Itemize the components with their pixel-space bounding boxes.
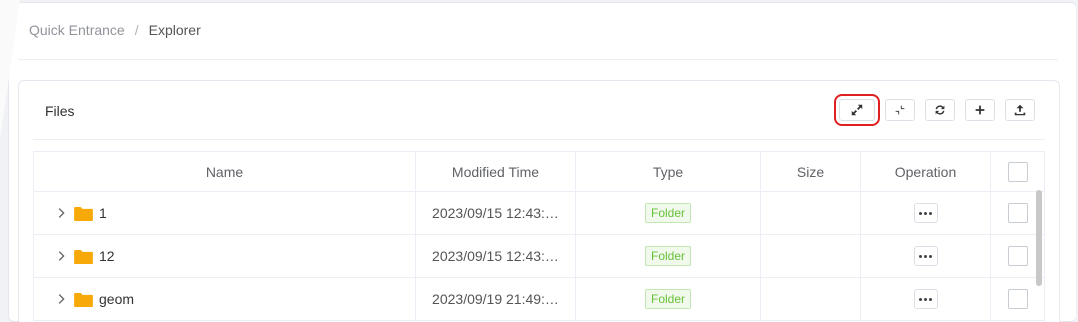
operation-cell bbox=[861, 278, 991, 320]
upload-button[interactable] bbox=[1005, 99, 1035, 121]
folder-type-badge: Folder bbox=[644, 246, 691, 266]
operation-cell bbox=[861, 192, 991, 234]
type-cell: Folder bbox=[576, 192, 761, 234]
type-cell: Folder bbox=[576, 278, 761, 320]
modified-time: 2023/09/19 21:49:… bbox=[416, 278, 576, 320]
size-cell bbox=[761, 235, 861, 277]
table-row[interactable]: 12 2023/09/15 12:43:… Folder bbox=[34, 235, 1044, 278]
size-cell bbox=[761, 278, 861, 320]
breadcrumb-explorer: Explorer bbox=[148, 22, 201, 38]
header-size[interactable]: Size bbox=[761, 152, 861, 191]
name-cell: 1 bbox=[34, 192, 416, 234]
header-name[interactable]: Name bbox=[34, 152, 416, 191]
folder-icon bbox=[74, 206, 93, 221]
refresh-icon bbox=[935, 105, 945, 115]
header-modified-time[interactable]: Modified Time bbox=[416, 152, 576, 191]
more-options-button[interactable] bbox=[913, 289, 938, 309]
header-divider bbox=[18, 59, 1058, 60]
name-cell: geom bbox=[34, 278, 416, 320]
table-row[interactable]: geom 2023/09/19 21:49:… Folder bbox=[34, 278, 1044, 321]
file-name[interactable]: 12 bbox=[99, 248, 115, 264]
header-type[interactable]: Type bbox=[576, 152, 761, 191]
upload-icon bbox=[1014, 104, 1026, 116]
collapse-icon bbox=[894, 104, 906, 116]
table-header-row: Name Modified Time Type Size Operation bbox=[34, 152, 1044, 192]
type-cell: Folder bbox=[576, 235, 761, 277]
breadcrumb: Quick Entrance / Explorer bbox=[29, 22, 201, 38]
name-cell: 12 bbox=[34, 235, 416, 277]
table-scrollbar[interactable] bbox=[1036, 190, 1042, 286]
toolbar bbox=[834, 94, 1035, 126]
corner-decoration bbox=[0, 0, 20, 140]
files-table: Name Modified Time Type Size Operation 1… bbox=[33, 151, 1045, 321]
folder-type-badge: Folder bbox=[644, 289, 691, 309]
refresh-button[interactable] bbox=[925, 99, 955, 121]
select-all-checkbox[interactable] bbox=[1007, 161, 1028, 182]
more-options-button[interactable] bbox=[913, 203, 938, 223]
add-button[interactable] bbox=[965, 99, 995, 121]
card-divider bbox=[33, 139, 1045, 140]
plus-icon bbox=[975, 105, 985, 115]
table-row[interactable]: 1 2023/09/15 12:43:… Folder bbox=[34, 192, 1044, 235]
folder-icon bbox=[74, 249, 93, 264]
collapse-button[interactable] bbox=[885, 99, 915, 121]
modified-time: 2023/09/15 12:43:… bbox=[416, 192, 576, 234]
file-name[interactable]: 1 bbox=[99, 205, 107, 221]
row-checkbox[interactable] bbox=[1007, 203, 1028, 223]
row-checkbox[interactable] bbox=[1007, 246, 1028, 266]
header-select-all bbox=[991, 152, 1044, 191]
row-checkbox[interactable] bbox=[1007, 289, 1028, 309]
operation-cell bbox=[861, 235, 991, 277]
folder-type-badge: Folder bbox=[644, 203, 691, 223]
breadcrumb-quick-entrance[interactable]: Quick Entrance bbox=[29, 22, 125, 38]
expand-icon bbox=[851, 104, 863, 116]
chevron-right-icon[interactable] bbox=[54, 292, 68, 306]
card-title: Files bbox=[45, 103, 75, 119]
expand-button[interactable] bbox=[834, 94, 880, 126]
chevron-right-icon[interactable] bbox=[54, 249, 68, 263]
file-name[interactable]: geom bbox=[99, 291, 134, 307]
files-card: Files Name Modified Time Type Size Opera… bbox=[18, 80, 1060, 322]
size-cell bbox=[761, 192, 861, 234]
header-operation: Operation bbox=[861, 152, 991, 191]
modified-time: 2023/09/15 12:43:… bbox=[416, 235, 576, 277]
page: Quick Entrance / Explorer Files Name Mod… bbox=[0, 0, 1078, 322]
more-options-button[interactable] bbox=[913, 246, 938, 266]
folder-icon bbox=[74, 292, 93, 307]
chevron-right-icon[interactable] bbox=[54, 206, 68, 220]
breadcrumb-separator: / bbox=[134, 22, 139, 38]
